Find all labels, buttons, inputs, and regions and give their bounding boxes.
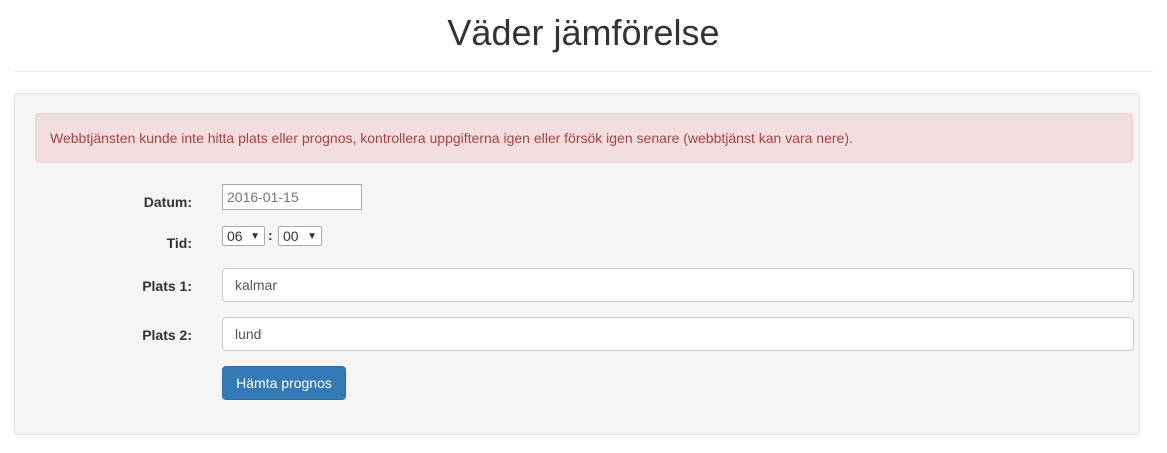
place2-label: Plats 2: — [142, 327, 192, 343]
time-separator: : — [268, 227, 273, 243]
fetch-forecast-button[interactable]: Hämta prognos — [222, 366, 346, 400]
place2-input[interactable]: lund — [222, 317, 1134, 351]
minute-select[interactable]: 00 ▼ — [278, 226, 322, 246]
hour-value: 06 — [227, 228, 243, 244]
form-panel: Webbtjänsten kunde inte hitta plats elle… — [14, 93, 1140, 435]
dropdown-arrow-icon: ▼ — [307, 230, 317, 242]
place1-label: Plats 1: — [142, 278, 192, 294]
time-label: Tid: — [166, 235, 192, 251]
divider — [14, 71, 1153, 72]
date-label: Datum: — [143, 194, 192, 210]
dropdown-arrow-icon: ▼ — [250, 230, 260, 242]
minute-value: 00 — [283, 228, 299, 244]
place1-input[interactable]: kalmar — [222, 268, 1134, 302]
hour-select[interactable]: 06 ▼ — [222, 226, 265, 246]
error-alert: Webbtjänsten kunde inte hitta plats elle… — [35, 113, 1133, 163]
page-title: Väder jämförelse — [447, 12, 720, 53]
date-input[interactable]: 2016-01-15 — [222, 184, 362, 210]
